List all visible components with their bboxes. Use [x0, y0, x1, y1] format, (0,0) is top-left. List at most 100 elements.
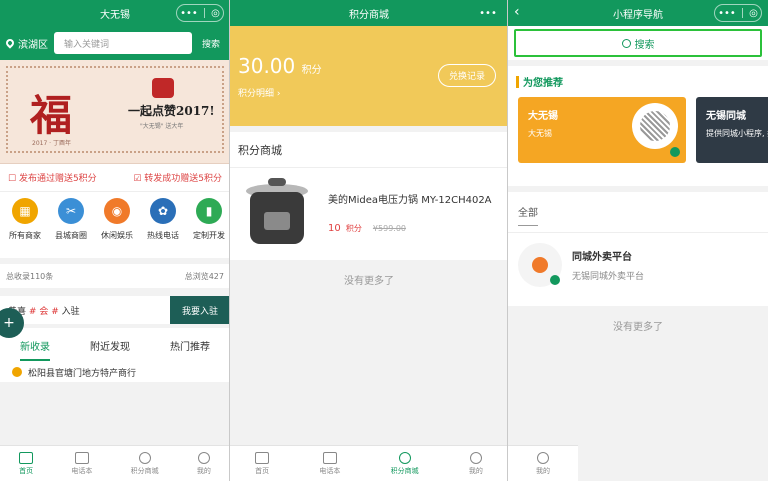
banner-slogan-sub: "大无锡" 送大年: [140, 123, 184, 130]
tab-nearby[interactable]: 附近发现: [90, 338, 130, 353]
category-leisure[interactable]: ◉ 休闲娱乐: [96, 198, 138, 241]
leisure-icon: ◉: [104, 198, 130, 224]
location-selector[interactable]: 滨湖区: [4, 36, 48, 51]
category-all-merchants[interactable]: ▦ 所有商家: [4, 198, 46, 241]
points-unit: 积分: [301, 65, 322, 76]
screenshot-collage: 大无锡 ••• ◎ 滨湖区 输入关键词 搜索 福 2017 · 丁酉年 一起点赞…: [0, 0, 768, 481]
promo-publish-text: 发布通过赠送5积分: [18, 174, 97, 184]
tabbar-phonebook[interactable]: 电话本: [319, 451, 341, 476]
bottom-tabbar: 首页 电话本 积分商城 我的: [0, 445, 230, 481]
recommend-card[interactable]: 大无锡 大无锡: [518, 97, 686, 163]
page-title: 大无锡: [100, 9, 130, 21]
close-icon[interactable]: ◎: [749, 8, 758, 19]
category-county-business[interactable]: ✂ 县城商圈: [50, 198, 92, 241]
app-desc: 无锡同城外卖平台: [572, 272, 645, 282]
home-screen: 大无锡 ••• ◎ 滨湖区 输入关键词 搜索 福 2017 · 丁酉年 一起点赞…: [0, 0, 230, 481]
search-bar[interactable]: 搜索: [514, 29, 762, 57]
category-label: 所有商家: [9, 231, 41, 240]
recommend-title: 为您推荐: [508, 66, 768, 89]
category-custom-dev[interactable]: ▮ 定制开发: [188, 198, 230, 241]
capsule-divider: [741, 8, 743, 18]
search-wrapper: 搜索: [508, 26, 768, 60]
close-icon[interactable]: ◎: [211, 8, 220, 19]
list-item[interactable]: 同城外卖平台 无锡同城外卖平台: [508, 233, 768, 297]
tab-hot[interactable]: 热门推荐: [170, 338, 210, 353]
points-detail-link[interactable]: 积分明细 ›: [238, 86, 281, 99]
banner[interactable]: 福 2017 · 丁酉年 一起点赞2017! "大无锡" 送大年: [0, 60, 230, 164]
book-icon: [322, 451, 337, 464]
more-icon[interactable]: •••: [718, 8, 736, 19]
announcement-hash: #: [28, 306, 37, 317]
category-hotline[interactable]: ✿ 热线电话: [142, 198, 184, 241]
promo-share[interactable]: ☑ 转发成功赠送5积分: [133, 171, 222, 184]
add-fab-button[interactable]: +: [0, 308, 24, 338]
panel-divider: [229, 0, 230, 481]
search-input[interactable]: 输入关键词: [54, 32, 192, 54]
announcement-bar: 恭喜 # 会 # 入驻 我要入驻: [0, 296, 230, 324]
thumbs-up-icon: [152, 78, 174, 98]
exchange-record-button[interactable]: 兑换记录: [437, 64, 496, 87]
tabbar-home[interactable]: 首页: [255, 451, 270, 476]
user-icon: [197, 451, 210, 464]
capsule-divider: [203, 8, 205, 18]
tabbar-label: 我的: [468, 466, 483, 475]
product-price: 10: [328, 222, 341, 234]
tabbar-label: 首页: [19, 466, 34, 475]
plus-circle-icon: [138, 451, 151, 464]
stats-views: 总浏览427: [184, 271, 224, 281]
tabbar-label: 电话本: [319, 466, 341, 475]
product-item[interactable]: 美的Midea电压力锅 MY-12CH402A 10 积分 ¥599.00: [230, 168, 508, 260]
announcement-hash: #: [51, 306, 59, 317]
qr-code-icon: [632, 103, 678, 149]
grid-icon: ▦: [12, 198, 38, 224]
stats-collected: 总收录110条: [6, 271, 54, 281]
capsule-menu[interactable]: ••• ◎: [176, 4, 224, 22]
verified-icon: [12, 367, 22, 377]
mall-icon: [398, 451, 411, 464]
door-icon: ▮: [196, 198, 222, 224]
tabbar-label: 我的: [536, 466, 550, 475]
tabbar-mall[interactable]: 积分商城: [130, 451, 159, 476]
more-icon[interactable]: •••: [479, 8, 497, 19]
tabbar-label: 积分商城: [390, 466, 419, 475]
tabbar-phonebook[interactable]: 电话本: [71, 451, 93, 476]
phone-icon: [19, 451, 34, 464]
back-arrow-icon[interactable]: ‹: [514, 4, 520, 20]
list-item[interactable]: 松阳县官塘门地方特产商行: [0, 362, 230, 382]
banner-slogan: 一起点赞2017!: [128, 104, 215, 118]
feed-tabs: + 新收录 附近发现 热门推荐: [0, 308, 230, 362]
more-icon[interactable]: •••: [180, 8, 198, 19]
more-menu[interactable]: •••: [474, 4, 502, 22]
capsule-menu[interactable]: ••• ◎: [714, 4, 762, 22]
tabbar-home[interactable]: 首页: [19, 451, 34, 476]
panel-divider: [507, 0, 508, 481]
wechat-badge-icon: [670, 147, 680, 157]
list-item-title: 松阳县官塘门地方特产商行: [28, 368, 137, 379]
no-more-text: 没有更多了: [344, 276, 394, 287]
tabbar-me[interactable]: 我的: [468, 451, 483, 476]
announcement-post: 入驻: [61, 306, 80, 317]
recommend-card[interactable]: 无锡同城 提供同城小程序, 拼团, 维修, 电: [696, 97, 768, 163]
tabbar-mall[interactable]: 积分商城: [390, 451, 419, 476]
location-pin-icon: [4, 37, 16, 49]
tabbar-label: 我的: [196, 466, 211, 475]
product-info: 美的Midea电压力锅 MY-12CH402A 10 积分 ¥599.00: [328, 194, 500, 235]
promo-share-text: 转发成功赠送5积分: [144, 174, 222, 184]
search-button[interactable]: 搜索: [198, 37, 224, 50]
cooker-panel: [264, 212, 290, 230]
tab-all[interactable]: 全部: [508, 192, 768, 233]
promo-publish[interactable]: ☐ 发布通过赠送5积分: [8, 171, 97, 184]
points-detail-label: 积分明细: [238, 89, 275, 99]
product-name: 美的Midea电压力锅 MY-12CH402A: [328, 194, 492, 206]
promo-bar: ☐ 发布通过赠送5积分 ☑ 转发成功赠送5积分: [0, 164, 230, 192]
tabbar-label: 电话本: [71, 466, 93, 475]
location-label: 滨湖区: [18, 39, 48, 51]
join-button[interactable]: 我要入驻: [169, 296, 230, 324]
tab-new[interactable]: 新收录: [20, 338, 50, 361]
book-icon: [74, 451, 89, 464]
tabbar-label: 积分商城: [130, 466, 159, 475]
tabbar-me[interactable]: 我的: [196, 451, 211, 476]
tabbar-me[interactable]: 我的: [536, 451, 550, 476]
pressure-cooker-image: [238, 176, 316, 252]
recommend-cards: 大无锡 大无锡 无锡同城 提供同城小程序, 拼团, 维修, 电: [508, 89, 768, 163]
